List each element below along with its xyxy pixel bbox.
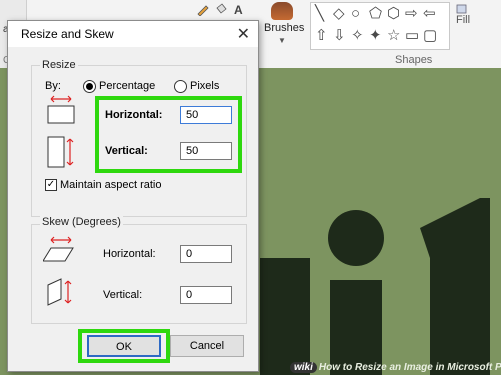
shape-oval[interactable]: ○: [351, 6, 360, 21]
shape-star5[interactable]: ✦: [369, 28, 382, 43]
shape-line[interactable]: ╲: [315, 6, 324, 21]
shape-star6[interactable]: ☆: [387, 28, 400, 43]
shape-arrow-right[interactable]: ⇨: [405, 6, 418, 21]
shape-star4[interactable]: ✧: [351, 28, 364, 43]
maintain-aspect-label[interactable]: Maintain aspect ratio: [60, 179, 162, 191]
dialog-titlebar[interactable]: Resize and Skew ✕: [8, 21, 258, 47]
brushes-label: Brushes: [264, 22, 305, 34]
shape-pentagon[interactable]: ⬠: [369, 6, 382, 21]
cancel-button[interactable]: Cancel: [170, 335, 244, 357]
maintain-aspect-checkbox[interactable]: ✓: [45, 179, 57, 191]
skew-horizontal-label: Horizontal:: [103, 248, 156, 260]
dialog-title: Resize and Skew: [21, 27, 114, 41]
fill-bucket-icon[interactable]: [214, 2, 228, 16]
skew-horizontal-input[interactable]: 0: [180, 245, 232, 263]
skew-vertical-label: Vertical:: [103, 289, 143, 301]
ok-button[interactable]: OK: [87, 335, 161, 357]
text-tool-icon[interactable]: A: [234, 3, 243, 17]
shape-callout-rect[interactable]: ▭: [405, 28, 419, 43]
watermark-text: How to Resize an Image in Microsoft Pain…: [318, 362, 501, 373]
percentage-label[interactable]: Percentage: [99, 80, 155, 92]
resize-horizontal-label: Horizontal:: [105, 109, 163, 121]
skew-vertical-icon: [47, 278, 72, 306]
resize-skew-dialog: Resize and Skew ✕ Resize By: Percentage …: [7, 20, 259, 372]
app-frame: aste Cli A Brushes ▼ ╲ ◇ ○ ⬠ ⬡ ⇨ ⇦ ⇧ ⇩ ✧…: [0, 0, 501, 375]
pixels-radio[interactable]: [174, 80, 187, 93]
shape-arrow-down[interactable]: ⇩: [333, 28, 346, 43]
resize-vertical-input[interactable]: 50: [180, 142, 232, 160]
percentage-radio[interactable]: [83, 80, 96, 93]
resize-horizontal-icon: [47, 95, 75, 124]
by-label: By:: [45, 80, 61, 92]
watermark: wiki How to Resize an Image in Microsoft …: [290, 362, 501, 373]
resize-horizontal-input[interactable]: 50: [180, 106, 232, 124]
resize-group-label: Resize: [40, 59, 78, 71]
resize-vertical-icon: [47, 136, 74, 168]
brush-icon: [271, 2, 293, 20]
brushes-button[interactable]: Brushes ▼: [262, 0, 305, 66]
resize-vertical-label: Vertical:: [105, 145, 148, 157]
fill-label[interactable]: Fill: [456, 14, 470, 26]
shapes-group-label: Shapes: [395, 54, 433, 66]
shape-hexagon[interactable]: ⬡: [387, 6, 400, 21]
shape-arrow-left[interactable]: ⇦: [423, 6, 436, 21]
shape-arrow-up[interactable]: ⇧: [315, 28, 328, 43]
shapes-gallery[interactable]: ╲ ◇ ○ ⬠ ⬡ ⇨ ⇦ ⇧ ⇩ ✧ ✦ ☆ ▭ ▢ ▲▼▾: [310, 2, 450, 50]
shape-callout-round[interactable]: ▢: [423, 28, 437, 43]
skew-vertical-input[interactable]: 0: [180, 286, 232, 304]
shape-diamond[interactable]: ◇: [333, 6, 345, 21]
skew-horizontal-icon: [43, 236, 74, 262]
pixels-label[interactable]: Pixels: [190, 80, 219, 92]
fill-icon[interactable]: [456, 2, 468, 14]
close-icon[interactable]: ✕: [237, 24, 250, 44]
skew-group-label: Skew (Degrees): [40, 216, 123, 228]
pencil-icon[interactable]: [196, 2, 210, 16]
chevron-down-icon: ▼: [278, 36, 286, 45]
watermark-brand: wiki: [290, 362, 317, 373]
